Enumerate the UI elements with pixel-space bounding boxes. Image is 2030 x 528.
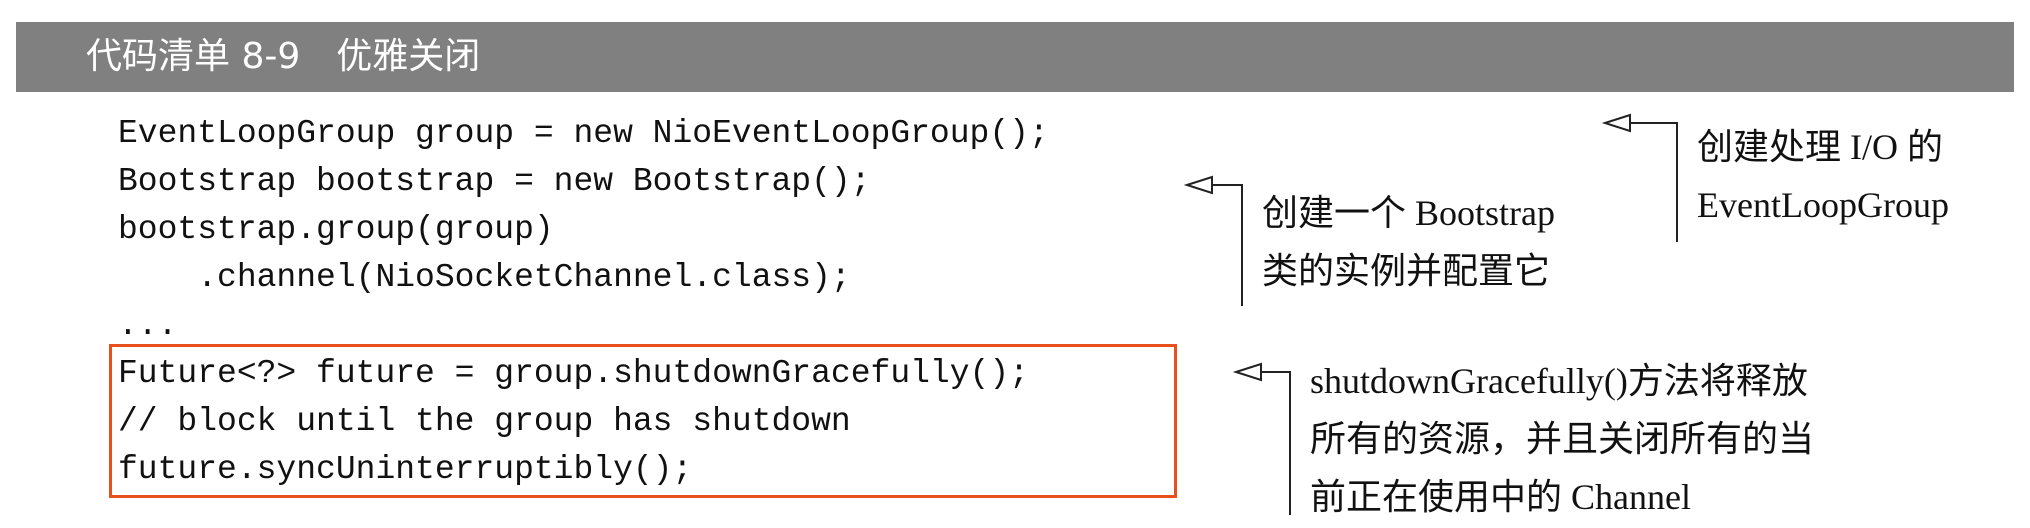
shutdown-highlight-box	[109, 344, 1177, 498]
bootstrap-arrow-icon	[1183, 175, 1213, 195]
event-loop-group-callout-bracket	[1630, 122, 1678, 242]
shutdown-arrow-icon	[1232, 362, 1262, 382]
event-loop-group-arrow-icon	[1601, 113, 1631, 133]
listing-title: 代码清单 8-9 优雅关闭	[86, 36, 481, 77]
bootstrap-note-line-1: 创建一个 Bootstrap	[1262, 193, 1555, 233]
shutdown-callout-bracket	[1261, 371, 1291, 515]
bootstrap-note-line-2: 类的实例并配置它	[1262, 251, 1551, 291]
event-loop-group-note-line-2: EventLoopGroup	[1697, 185, 1949, 225]
shutdown-note-line-1: shutdownGracefully()方法将释放	[1310, 361, 1808, 401]
listing-header-bar: 代码清单 8-9 优雅关闭	[16, 22, 2014, 92]
code-line-1: EventLoopGroup group = new NioEventLoopG…	[118, 115, 1049, 152]
code-line-2: Bootstrap bootstrap = new Bootstrap();	[118, 163, 871, 200]
shutdown-note-line-3: 前正在使用中的 Channel	[1310, 477, 1691, 517]
bootstrap-callout-bracket	[1212, 184, 1243, 306]
code-line-3: bootstrap.group(group)	[118, 211, 554, 248]
code-line-5: ...	[118, 307, 178, 344]
code-line-4: .channel(NioSocketChannel.class);	[118, 259, 851, 296]
event-loop-group-note-line-1: 创建处理 I/O 的	[1697, 127, 1943, 167]
shutdown-note-line-2: 所有的资源，并且关闭所有的当	[1310, 419, 1815, 459]
